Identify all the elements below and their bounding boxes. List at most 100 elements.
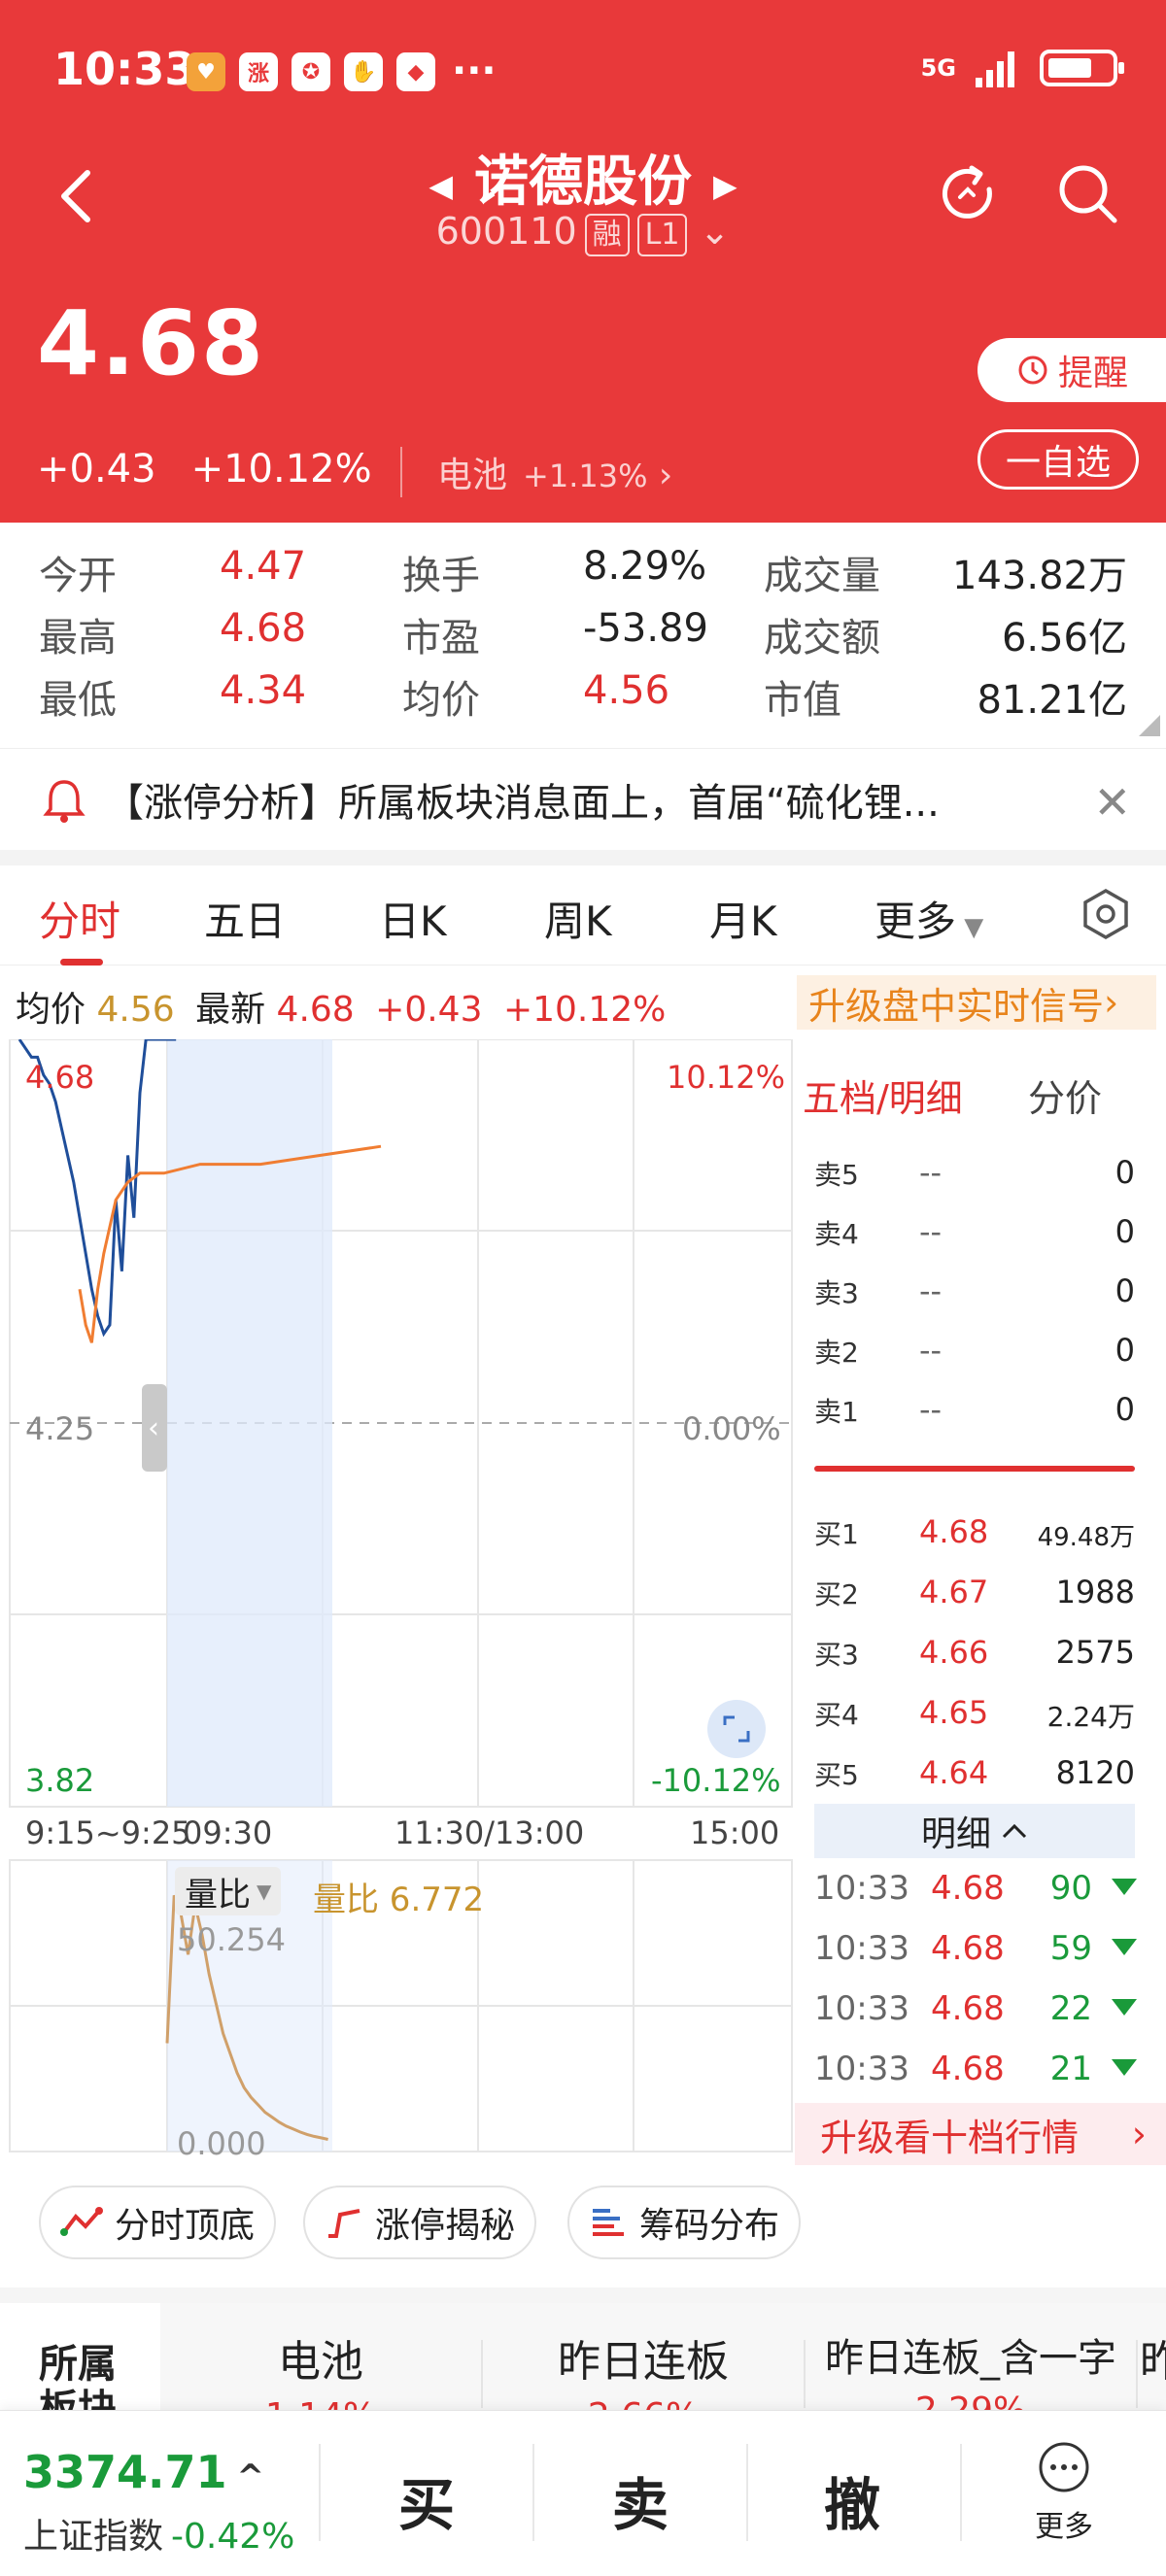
- volume-ratio-value: 量比 6.772: [313, 1881, 485, 1919]
- price-axis-top: 4.68: [25, 1059, 95, 1096]
- limit-up-chart-icon: [328, 2209, 360, 2238]
- refresh-button[interactable]: [935, 160, 1003, 228]
- chip-bars-icon: [593, 2209, 624, 2236]
- order-price: 4.66: [919, 1634, 989, 1671]
- divider: [960, 2444, 962, 2541]
- tab-order-book[interactable]: 五档/明细: [803, 1068, 963, 1122]
- buy-button[interactable]: 买: [398, 2459, 455, 2541]
- latest-label: 最新: [195, 990, 266, 1030]
- pct-axis-top: 10.12%: [667, 1059, 786, 1096]
- upgrade-signal-button[interactable]: 升级盘中实时信号 ›: [797, 975, 1156, 1030]
- volume-ratio-min: 0.000: [177, 2125, 266, 2162]
- next-stock-icon[interactable]: ▶: [713, 167, 737, 204]
- remind-label: 提醒: [1057, 354, 1128, 393]
- stat-label: 市盈: [402, 616, 480, 661]
- prev-stock-icon[interactable]: ◀: [429, 167, 453, 204]
- tick-volume: 21: [1049, 2050, 1092, 2088]
- battery-icon: [1040, 50, 1124, 86]
- limit-up-notice[interactable]: 【涨停分析】所属板块消息面上，首届“硫化锂... ✕: [0, 748, 1166, 850]
- sector-strip-title: 所属 板块: [39, 2342, 117, 2410]
- tick-time: 10:33: [814, 2050, 909, 2088]
- stat-label: 换手: [402, 554, 480, 598]
- tick-row: 10:33 4.68 22: [814, 1989, 1137, 2032]
- settings-icon[interactable]: [1079, 887, 1133, 941]
- tool-buttons: 分时顶底 涨停揭秘 筹码分布: [0, 2186, 1166, 2263]
- stat-label: 市值: [764, 678, 841, 723]
- order-price: 4.68: [919, 1513, 989, 1550]
- divider: [0, 850, 1166, 865]
- limit-up-reveal-button[interactable]: 涨停揭秘: [303, 2186, 537, 2259]
- index-name: 上证指数: [23, 2517, 164, 2557]
- tab-more-label: 更多: [874, 898, 957, 945]
- network-label: 5G: [920, 54, 956, 82]
- tab-weekly-k[interactable]: 周K: [544, 889, 612, 948]
- sector-item[interactable]: 电池 1.14%: [160, 2303, 481, 2410]
- chevron-up-icon: ^: [236, 2457, 265, 2496]
- tab-monthly-k[interactable]: 月K: [709, 889, 777, 948]
- tool-label: 涨停揭秘: [375, 2206, 516, 2246]
- search-button[interactable]: [1054, 160, 1122, 228]
- more-button[interactable]: 更多: [1020, 2440, 1108, 2545]
- status-app-icons: ♥ 涨 ✪ ✋ ◆: [187, 52, 435, 91]
- tick-row: 10:33 4.68 21: [814, 2050, 1137, 2092]
- order-volume: 2.24万: [1046, 1701, 1135, 1733]
- limit-up-icon: 涨: [239, 52, 278, 91]
- order-row-buy: 买4 4.65 2.24万: [814, 1694, 1135, 1733]
- detail-toggle[interactable]: 明细: [814, 1804, 1135, 1858]
- stock-header: 10:33 ♥ 涨 ✪ ✋ ◆ ··· 5G ◀ 诺德股份 ▶ 600110 融 L1 …: [0, 0, 1166, 523]
- stat-value: -53.89: [583, 606, 708, 651]
- down-triangle-icon: [1112, 1939, 1137, 1955]
- sector-item-pct: 2.66%: [483, 2396, 804, 2410]
- sector-item[interactable]: 昨日连板_含一字 2.29%: [806, 2303, 1136, 2410]
- divider: [532, 2444, 534, 2541]
- close-icon[interactable]: ✕: [1093, 776, 1131, 829]
- order-volume: 1988: [1055, 1574, 1135, 1610]
- upgrade-ten-level-button[interactable]: 升级看十档行情 ›: [795, 2103, 1166, 2165]
- avg-label: 均价: [16, 990, 86, 1030]
- stat-value: 4.56: [583, 668, 670, 713]
- tab-daily-k[interactable]: 日K: [379, 889, 447, 948]
- status-right: 5G: [920, 49, 1124, 87]
- chevron-right-icon: ›: [1131, 2113, 1147, 2155]
- down-triangle-icon: [1112, 1999, 1137, 2016]
- sector-item-name: 电池: [278, 2337, 363, 2387]
- tab-five-day[interactable]: 五日: [204, 889, 286, 948]
- index-quote[interactable]: 3374.71 ^: [23, 2446, 264, 2498]
- cancel-order-button[interactable]: 撤: [824, 2459, 880, 2541]
- chevron-left-icon: ‹: [148, 1411, 159, 1445]
- change-percent: +10.12%: [190, 447, 372, 491]
- sector-link[interactable]: 电池 +1.13% ›: [400, 447, 672, 497]
- chip-distribution-button[interactable]: 筹码分布: [567, 2186, 802, 2259]
- status-time: 10:33: [53, 43, 196, 95]
- intraday-chart[interactable]: ‹: [0, 1039, 797, 2166]
- tick-row: 10:33 4.68 59: [814, 1929, 1137, 1972]
- order-row-buy: 买3 4.66 2575: [814, 1634, 1135, 1673]
- order-price: 4.67: [919, 1574, 989, 1610]
- stat-label: 今开: [39, 554, 117, 598]
- sector-item[interactable]: 昨: [1140, 2303, 1166, 2410]
- order-volume: 0: [1115, 1154, 1135, 1191]
- order-price: --: [919, 1272, 943, 1309]
- sell-button[interactable]: 卖: [612, 2459, 669, 2541]
- dropdown-icon: ▼: [956, 913, 984, 942]
- tab-price-distribution[interactable]: 分价: [1028, 1068, 1102, 1122]
- indicator-selector[interactable]: 量比 ▼: [175, 1867, 282, 1915]
- favorite-button[interactable]: 一自选: [977, 429, 1139, 490]
- tab-intraday[interactable]: 分时: [39, 889, 120, 948]
- remind-button[interactable]: 提醒: [977, 338, 1166, 402]
- sector-item-name: 昨日连板_含一字: [825, 2336, 1116, 2381]
- tab-more[interactable]: 更多 ▼: [874, 889, 983, 948]
- intraday-top-bottom-button[interactable]: 分时顶底: [39, 2186, 277, 2259]
- fullscreen-button[interactable]: [707, 1700, 766, 1758]
- order-level: 买1: [814, 1518, 859, 1550]
- x-tick: 15:00: [690, 1814, 780, 1851]
- divider: [0, 2288, 1166, 2303]
- expand-corner-icon[interactable]: [1139, 715, 1160, 736]
- order-level: 买3: [814, 1639, 859, 1671]
- chevron-down-icon: ⌄: [699, 210, 731, 253]
- sector-item[interactable]: 昨日连板 2.66%: [483, 2303, 804, 2410]
- sector-percent: +1.13%: [523, 458, 648, 494]
- tool-label: 筹码分布: [639, 2206, 780, 2246]
- order-row-sell: 卖1 -- 0: [814, 1391, 1135, 1430]
- margin-tag: 融: [584, 214, 630, 256]
